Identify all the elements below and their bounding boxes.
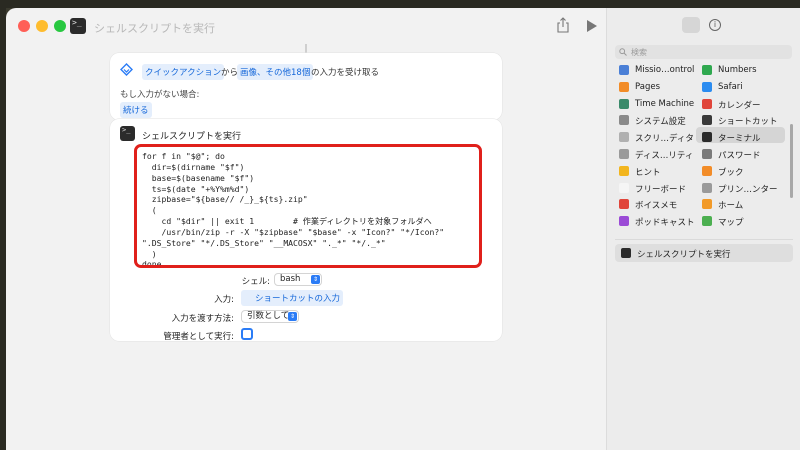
sidebar-item-label: Time Machine	[635, 98, 695, 109]
sidebar-item-label: フリーボード	[635, 184, 687, 195]
zoom-window-button[interactable]	[54, 20, 66, 32]
app-icon	[702, 199, 712, 210]
action-title: シェルスクリプトを実行	[142, 132, 242, 142]
script-line: /usr/bin/zip -r -X "$zipbase" "$base" -x…	[142, 226, 445, 237]
terminal-icon: >_	[120, 126, 135, 141]
sidebar-item-label: Pages	[635, 81, 661, 92]
no-input-label: もし入力がない場合:	[120, 90, 200, 100]
script-line: ts=$(date "+%Y%m%d")	[142, 183, 250, 194]
info-tab-icon[interactable]: i	[709, 19, 721, 31]
sidebar-item-label: Missio…ontrol	[635, 65, 695, 75]
script-line: (	[142, 205, 157, 216]
app-icon	[619, 182, 629, 193]
app-icon	[619, 216, 629, 227]
script-line: for f in "$@"; do	[142, 151, 225, 161]
sidebar-item-label: Numbers	[718, 65, 757, 75]
sidebar-item-label: ヒント	[635, 167, 661, 178]
script-line: zipbase="${base// /_}_${ts}.zip"	[142, 194, 308, 205]
input-types-chip[interactable]: 画像、その他18個	[237, 64, 314, 80]
input-variable-chip[interactable]: ショートカットの入力	[241, 290, 344, 306]
no-input-continue-chip[interactable]: 続ける	[120, 102, 152, 118]
sidebar-item-label: ホーム	[718, 201, 744, 212]
run-as-admin-checkbox[interactable]	[241, 328, 253, 340]
app-icon	[619, 132, 629, 143]
app-icon	[702, 165, 712, 176]
search-icon	[619, 48, 627, 56]
sidebar-item-label: ポッドキャスト	[635, 218, 695, 229]
divider	[615, 239, 793, 240]
sidebar-item-label: スクリ…ディタ	[635, 134, 694, 145]
script-line: dir=$(dirname "$f")	[142, 161, 245, 172]
sidebar-item-label: パスワード	[718, 151, 761, 161]
quick-action-chip[interactable]: クイックアクション	[142, 64, 225, 80]
shell-value: bash	[280, 274, 301, 284]
share-icon[interactable]	[556, 17, 570, 33]
app-icon	[702, 149, 712, 159]
search-placeholder: 検索	[631, 48, 647, 57]
play-icon[interactable]	[586, 19, 598, 33]
close-window-button[interactable]	[18, 20, 30, 32]
script-editor[interactable]: for f in "$@"; do dir=$(dirname "$f") ba…	[134, 144, 482, 268]
app-icon	[702, 132, 712, 143]
sidebar-item-label: ディス…リティ	[635, 151, 694, 161]
from-text: から	[221, 68, 239, 78]
add-action-tab-icon[interactable]	[682, 17, 700, 33]
shell-select[interactable]: bash ⇕	[274, 273, 322, 286]
app-icon	[619, 115, 629, 126]
run-shell-script-card: >_ シェルスクリプトを実行 for f in "$@"; do dir=$(d…	[110, 119, 502, 342]
pass-input-value: 引数として	[247, 311, 290, 321]
shell-label: シェル:	[241, 277, 270, 287]
app-icon	[702, 65, 712, 75]
chevron-updown-icon: ⇕	[288, 312, 297, 321]
input-label: 入力:	[214, 295, 234, 305]
app-icon	[619, 149, 629, 159]
app-icon	[702, 81, 712, 92]
sidebar-item-label: ショートカット	[718, 117, 778, 128]
app-icon	[619, 98, 629, 109]
desktop-background-top	[0, 0, 800, 8]
sidebar-scrollbar[interactable]	[790, 124, 793, 198]
sidebar-action-label: シェルスクリプトを実行	[637, 250, 731, 260]
app-icon	[702, 216, 712, 227]
sidebar-item-label: プリン…ンター	[718, 184, 778, 195]
action-sidebar: i 検索 Missio…ontrol Pages Time Machine システム設…	[606, 8, 800, 450]
app-icon	[619, 165, 629, 176]
terminal-icon	[621, 248, 631, 258]
pass-input-label: 入力を渡す方法:	[171, 314, 234, 324]
sidebar-item-label: システム設定	[635, 117, 686, 128]
app-icon	[619, 199, 629, 210]
script-line: cd "$dir" || exit 1 # 作業ディレクトリを対象フォルダへ	[142, 216, 432, 227]
app-icon	[702, 115, 712, 126]
script-line: done	[142, 259, 162, 268]
receive-input-text: の入力を受け取る	[311, 68, 380, 78]
quick-action-card: クイックアクション から 画像、その他18個 の入力を受け取る もし入力がない場…	[110, 53, 502, 120]
terminal-app-icon: >_	[70, 18, 86, 34]
sidebar-item-label: Safari	[718, 81, 743, 92]
chevron-updown-icon: ⇕	[311, 275, 320, 284]
window-title: シェルスクリプトを実行	[94, 22, 215, 35]
app-icon	[619, 81, 629, 92]
search-input[interactable]: 検索	[615, 45, 792, 59]
shortcuts-window: >_ シェルスクリプトを実行 クイックアクション から 画像、その他18個 の入…	[6, 8, 800, 450]
admin-label: 管理者として実行:	[163, 332, 234, 342]
pass-input-select[interactable]: 引数として ⇕	[241, 310, 299, 323]
title-bar: >_ シェルスクリプトを実行	[6, 8, 606, 44]
sidebar-item-label: ブック	[718, 167, 744, 178]
sidebar-item-label: カレンダー	[718, 100, 761, 111]
sidebar-item-label: マップ	[718, 218, 744, 229]
script-line: ".DS_Store" "*/.DS_Store" "__MACOSX" "._…	[142, 237, 386, 248]
sidebar-item-label: ボイスメモ	[635, 201, 678, 212]
app-icon	[702, 98, 712, 109]
app-icon	[619, 65, 629, 75]
sidebar-item-label: ターミナル	[718, 134, 761, 145]
app-icon	[702, 182, 712, 193]
quick-action-icon	[120, 63, 133, 76]
minimize-window-button[interactable]	[36, 20, 48, 32]
script-line: )	[142, 248, 157, 259]
script-line: base=$(basename "$f")	[142, 172, 255, 183]
sidebar-action-run-shell-script[interactable]: シェルスクリプトを実行	[615, 244, 793, 262]
